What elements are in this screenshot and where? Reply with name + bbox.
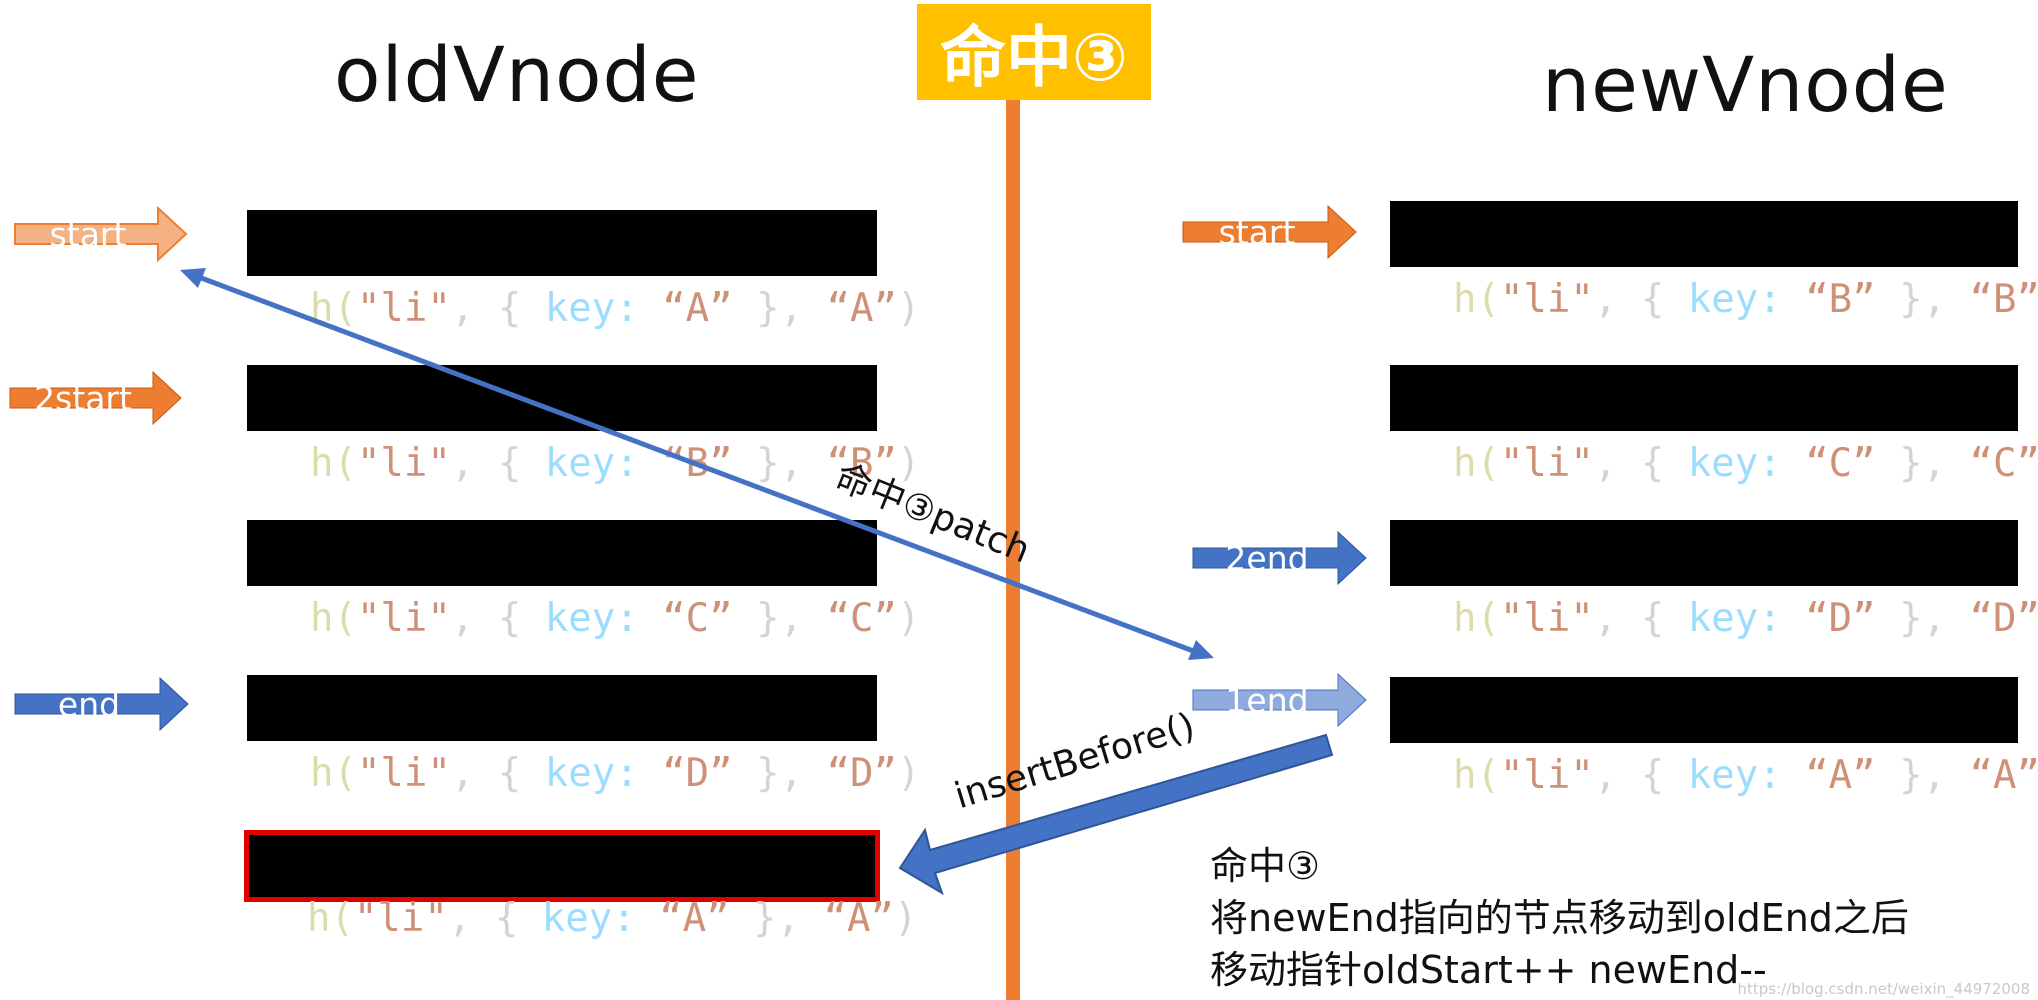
explanation-note: 命中③ 将newEnd指向的节点移动到oldEnd之后 移动指针oldStart… — [1210, 840, 1909, 996]
note-line-2: 将newEnd指向的节点移动到oldEnd之后 — [1210, 896, 1909, 940]
patch-arrow — [180, 268, 1214, 660]
watermark: https://blog.csdn.net/weixin_44972008 — [1737, 980, 2030, 998]
note-line-1: 命中③ — [1210, 844, 1321, 888]
